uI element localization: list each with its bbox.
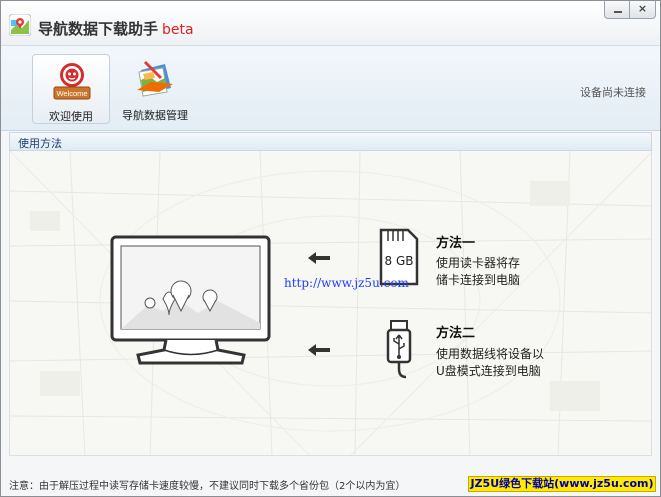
minimize-button[interactable] xyxy=(604,1,630,19)
method-two-title: 方法二 xyxy=(436,326,476,341)
device-status: 设备尚未连接 xyxy=(580,86,646,99)
method-one-line-2: 储卡连接到电脑 xyxy=(436,273,521,287)
tab-nav-data-manage[interactable]: 导航数据管理 xyxy=(116,54,194,124)
arrow-left-icon xyxy=(308,344,330,356)
section-title: 使用方法 xyxy=(18,137,62,150)
tab-nav-data-label: 导航数据管理 xyxy=(122,109,188,122)
section-header: 使用方法 xyxy=(9,132,652,151)
method-one-title: 方法一 xyxy=(436,236,476,251)
monitor-icon xyxy=(110,235,271,365)
map-folder-icon xyxy=(137,60,173,97)
arrow-left-icon xyxy=(308,252,330,264)
watermark-url: http://www.jz5u.com xyxy=(284,276,409,290)
close-button[interactable]: × xyxy=(629,1,656,19)
welcome-badge-text: Welcome xyxy=(56,89,87,98)
beta-label: beta xyxy=(162,22,194,38)
sd-card-label: 8 GB xyxy=(385,254,414,268)
title-bar: 导航数据下载助手 beta × xyxy=(1,1,660,45)
app-map-icon xyxy=(9,14,31,36)
close-icon: × xyxy=(637,2,648,15)
usage-panel: 8 GB 方法一 使用读卡器将存 储卡连接到电脑 方法二 使用数据线将设备以 U… xyxy=(9,151,652,456)
tab-welcome[interactable]: Welcome 欢迎使用 xyxy=(32,54,110,124)
map-background xyxy=(10,151,651,455)
site-badge: JZ5U绿色下载站(www.jz5u.com) xyxy=(468,476,656,492)
method-one-desc: 使用读卡器将存 储卡连接到电脑 xyxy=(436,255,520,289)
footer-bar: 注意：由于解压过程中读写存储卡速度较慢，不建议同时下载多个省份包（2个以内为宜）… xyxy=(1,471,660,496)
welcome-icon: Welcome xyxy=(53,63,91,100)
usb-cable-icon xyxy=(386,320,412,379)
window-title: 导航数据下载助手 beta xyxy=(38,18,194,39)
app-window: 导航数据下载助手 beta × Welcome 欢迎使用 导航数据管理 设备尚未… xyxy=(0,0,661,497)
footer-note: 注意：由于解压过程中读写存储卡速度较慢，不建议同时下载多个省份包（2个以内为宜） xyxy=(9,481,406,492)
app-title-text: 导航数据下载助手 xyxy=(38,20,159,38)
method-two-line-1: 使用数据线将设备以 xyxy=(436,347,545,361)
method-one-line-1: 使用读卡器将存 xyxy=(436,256,521,270)
method-two-line-2: U盘模式连接到电脑 xyxy=(436,364,541,378)
method-two-desc: 使用数据线将设备以 U盘模式连接到电脑 xyxy=(436,346,544,380)
tab-welcome-label: 欢迎使用 xyxy=(49,110,93,123)
main-toolbar: Welcome 欢迎使用 导航数据管理 设备尚未连接 xyxy=(1,45,660,131)
